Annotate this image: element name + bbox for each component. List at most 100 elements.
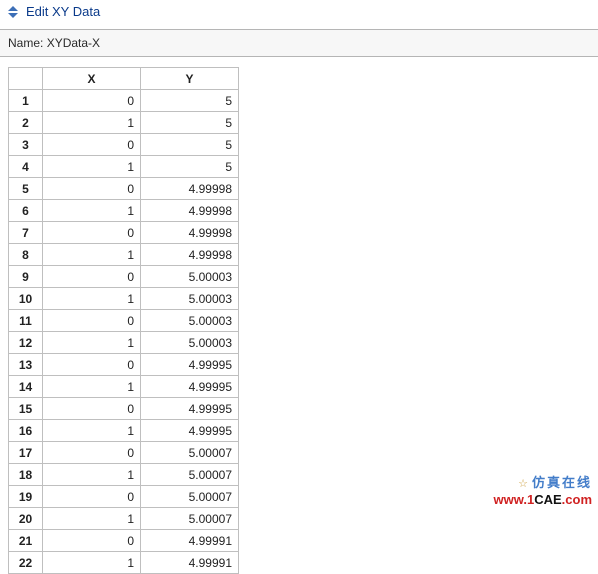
app-icon (6, 5, 20, 19)
table-row[interactable]: 905.00003 (9, 266, 239, 288)
cell-y[interactable]: 5.00007 (141, 508, 239, 530)
table-row[interactable]: 2214.99991 (9, 552, 239, 574)
cell-x[interactable]: 1 (43, 288, 141, 310)
table-row[interactable]: 814.99998 (9, 244, 239, 266)
row-index: 6 (9, 200, 43, 222)
row-index: 21 (9, 530, 43, 552)
cell-x[interactable]: 0 (43, 442, 141, 464)
cell-y[interactable]: 4.99995 (141, 420, 239, 442)
cell-x[interactable]: 1 (43, 552, 141, 574)
row-index: 8 (9, 244, 43, 266)
table-row[interactable]: 1504.99995 (9, 398, 239, 420)
row-index: 16 (9, 420, 43, 442)
cell-x[interactable]: 1 (43, 420, 141, 442)
row-index: 14 (9, 376, 43, 398)
cell-x[interactable]: 0 (43, 310, 141, 332)
cell-x[interactable]: 0 (43, 530, 141, 552)
cell-x[interactable]: 0 (43, 486, 141, 508)
table-row[interactable]: 1414.99995 (9, 376, 239, 398)
cell-y[interactable]: 5 (141, 134, 239, 156)
cell-y[interactable]: 5.00007 (141, 464, 239, 486)
row-index: 17 (9, 442, 43, 464)
cell-y[interactable]: 4.99998 (141, 200, 239, 222)
table-row[interactable]: 2015.00007 (9, 508, 239, 530)
cell-y[interactable]: 5.00003 (141, 310, 239, 332)
cell-x[interactable]: 1 (43, 112, 141, 134)
table-row[interactable]: 1905.00007 (9, 486, 239, 508)
table-row[interactable]: 1815.00007 (9, 464, 239, 486)
table-row[interactable]: 614.99998 (9, 200, 239, 222)
table-row[interactable]: 1614.99995 (9, 420, 239, 442)
cell-y[interactable]: 5.00007 (141, 442, 239, 464)
cell-y[interactable]: 5 (141, 90, 239, 112)
table-row[interactable]: 305 (9, 134, 239, 156)
row-index: 20 (9, 508, 43, 530)
cell-y[interactable]: 5 (141, 112, 239, 134)
cell-x[interactable]: 0 (43, 354, 141, 376)
header-y: Y (141, 68, 239, 90)
cell-x[interactable]: 0 (43, 222, 141, 244)
cell-y[interactable]: 4.99998 (141, 222, 239, 244)
cell-y[interactable]: 4.99998 (141, 244, 239, 266)
row-index: 1 (9, 90, 43, 112)
row-index: 7 (9, 222, 43, 244)
table-row[interactable]: 1304.99995 (9, 354, 239, 376)
table-row[interactable]: 504.99998 (9, 178, 239, 200)
cell-x[interactable]: 1 (43, 376, 141, 398)
cell-y[interactable]: 5.00007 (141, 486, 239, 508)
table-row[interactable]: 1105.00003 (9, 310, 239, 332)
xy-table-area: X Y 105215305415504.99998614.99998704.99… (0, 57, 598, 574)
row-index: 15 (9, 398, 43, 420)
row-index: 22 (9, 552, 43, 574)
cell-x[interactable]: 1 (43, 156, 141, 178)
cell-x[interactable]: 0 (43, 134, 141, 156)
table-row[interactable]: 215 (9, 112, 239, 134)
cell-y[interactable]: 4.99998 (141, 178, 239, 200)
row-index: 2 (9, 112, 43, 134)
row-index: 5 (9, 178, 43, 200)
row-index: 19 (9, 486, 43, 508)
cell-y[interactable]: 5.00003 (141, 288, 239, 310)
cell-x[interactable]: 1 (43, 508, 141, 530)
cell-y[interactable]: 5.00003 (141, 332, 239, 354)
table-row[interactable]: 704.99998 (9, 222, 239, 244)
header-index (9, 68, 43, 90)
row-index: 13 (9, 354, 43, 376)
title-bar: Edit XY Data (0, 0, 598, 23)
cell-x[interactable]: 0 (43, 90, 141, 112)
cell-x[interactable]: 0 (43, 398, 141, 420)
row-index: 9 (9, 266, 43, 288)
table-row[interactable]: 1705.00007 (9, 442, 239, 464)
table-row[interactable]: 105 (9, 90, 239, 112)
row-index: 11 (9, 310, 43, 332)
row-index: 3 (9, 134, 43, 156)
table-header-row: X Y (9, 68, 239, 90)
cell-x[interactable]: 0 (43, 178, 141, 200)
row-index: 18 (9, 464, 43, 486)
name-label: Name: (8, 36, 43, 50)
xy-data-table[interactable]: X Y 105215305415504.99998614.99998704.99… (8, 67, 239, 574)
row-index: 4 (9, 156, 43, 178)
cell-y[interactable]: 5 (141, 156, 239, 178)
table-row[interactable]: 415 (9, 156, 239, 178)
cell-x[interactable]: 1 (43, 464, 141, 486)
cell-x[interactable]: 1 (43, 244, 141, 266)
cell-y[interactable]: 4.99991 (141, 530, 239, 552)
cell-y[interactable]: 4.99995 (141, 398, 239, 420)
cell-x[interactable]: 0 (43, 266, 141, 288)
window-title: Edit XY Data (26, 4, 100, 19)
cell-y[interactable]: 4.99995 (141, 376, 239, 398)
cell-y[interactable]: 4.99995 (141, 354, 239, 376)
row-index: 12 (9, 332, 43, 354)
header-x: X (43, 68, 141, 90)
cell-y[interactable]: 5.00003 (141, 266, 239, 288)
table-row[interactable]: 1215.00003 (9, 332, 239, 354)
table-row[interactable]: 2104.99991 (9, 530, 239, 552)
row-index: 10 (9, 288, 43, 310)
name-bar: Name: XYData-X (0, 29, 598, 57)
cell-y[interactable]: 4.99991 (141, 552, 239, 574)
name-value: XYData-X (47, 36, 100, 50)
cell-x[interactable]: 1 (43, 332, 141, 354)
table-row[interactable]: 1015.00003 (9, 288, 239, 310)
cell-x[interactable]: 1 (43, 200, 141, 222)
